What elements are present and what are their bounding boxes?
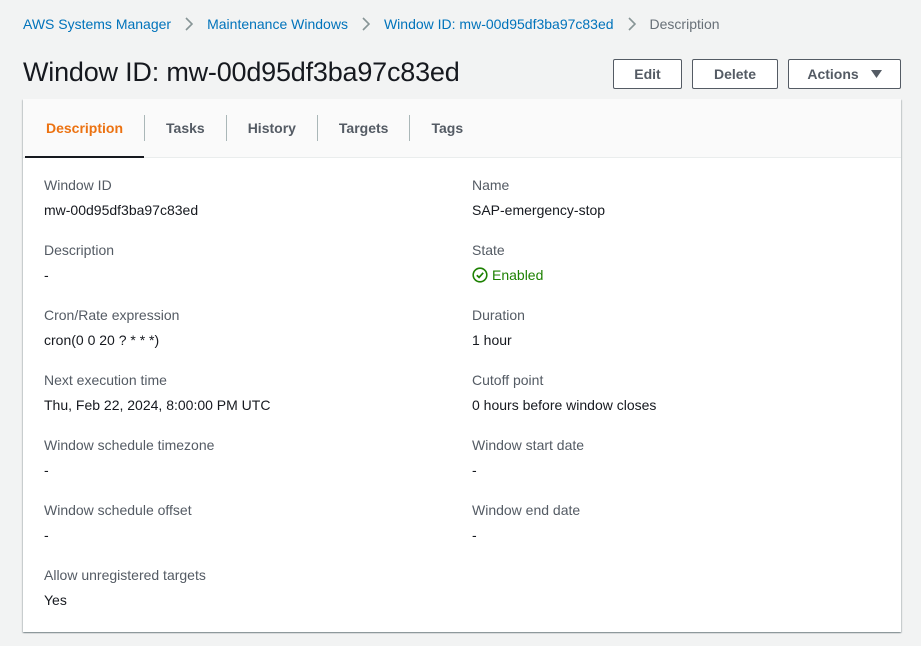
delete-button[interactable]: Delete (692, 59, 778, 89)
field-name: Name SAP-emergency-stop (472, 175, 872, 220)
field-end-date: Window end date - (472, 500, 872, 545)
field-state: State Enabled (472, 240, 872, 285)
field-label: Description (44, 242, 115, 258)
tab-description[interactable]: Description (25, 99, 145, 158)
field-schedule-timezone: Window schedule timezone - (44, 435, 444, 480)
header-actions: Edit Delete Actions (613, 59, 901, 89)
field-label: Window end date (472, 502, 581, 518)
actions-dropdown-button[interactable]: Actions (788, 59, 901, 89)
status-text: Enabled (492, 267, 544, 283)
field-value: cron(0 0 20 ? * * *) (44, 332, 160, 348)
caret-down-icon (870, 70, 882, 78)
field-value: - (44, 527, 49, 543)
field-label: Duration (472, 307, 525, 323)
actions-button-label: Actions (807, 66, 859, 82)
tab-history[interactable]: History (227, 99, 317, 157)
breadcrumb-link-systems-manager[interactable]: AWS Systems Manager (23, 16, 171, 32)
field-label: Window schedule offset (44, 502, 192, 518)
field-value: - (44, 462, 49, 478)
field-label: Name (472, 177, 510, 193)
field-value: 1 hour (472, 332, 512, 348)
field-label: Cutoff point (472, 372, 544, 388)
breadcrumb-current: Description (649, 16, 720, 32)
field-value: 0 hours before window closes (472, 397, 657, 413)
field-label: Cron/Rate expression (44, 307, 180, 323)
edit-button[interactable]: Edit (613, 59, 682, 89)
tab-tags[interactable]: Tags (410, 99, 484, 157)
field-label: Allow unregistered targets (44, 567, 206, 583)
field-description: Description - (44, 240, 444, 285)
field-label: Next execution time (44, 372, 167, 388)
field-value: - (472, 462, 477, 478)
field-value: Thu, Feb 22, 2024, 8:00:00 PM UTC (44, 397, 271, 413)
field-label: State (472, 242, 505, 258)
tab-bar: Description Tasks History Targets Tags (23, 99, 901, 158)
chevron-right-icon (171, 14, 207, 34)
field-value: - (472, 527, 477, 543)
field-label: Window start date (472, 437, 585, 453)
field-label: Window ID (44, 177, 112, 193)
breadcrumb-link-window-id[interactable]: Window ID: mw-00d95df3ba97c83ed (384, 16, 614, 32)
breadcrumb-link-maintenance-windows[interactable]: Maintenance Windows (207, 16, 348, 32)
chevron-right-icon (614, 14, 650, 34)
status-enabled: Enabled (472, 265, 872, 285)
field-schedule-offset: Window schedule offset - (44, 500, 444, 545)
field-next-execution: Next execution time Thu, Feb 22, 2024, 8… (44, 370, 444, 415)
chevron-right-icon (348, 14, 384, 34)
field-value: SAP-emergency-stop (472, 202, 606, 218)
check-circle-icon (472, 267, 488, 283)
field-duration: Duration 1 hour (472, 305, 872, 350)
breadcrumb: AWS Systems Manager Maintenance Windows … (23, 14, 720, 34)
field-unregistered-targets: Allow unregistered targets Yes (44, 565, 444, 610)
field-start-date: Window start date - (472, 435, 872, 480)
field-value: - (44, 267, 49, 283)
field-value: mw-00d95df3ba97c83ed (44, 202, 199, 218)
tab-targets[interactable]: Targets (318, 99, 410, 157)
field-cutoff-point: Cutoff point 0 hours before window close… (472, 370, 872, 415)
field-value: Yes (44, 592, 67, 608)
details-panel: Description Tasks History Targets Tags W… (23, 99, 901, 632)
field-cron-expression: Cron/Rate expression cron(0 0 20 ? * * *… (44, 305, 444, 350)
page-title: Window ID: mw-00d95df3ba97c83ed (23, 57, 460, 87)
field-window-id: Window ID mw-00d95df3ba97c83ed (44, 175, 444, 220)
field-label: Window schedule timezone (44, 437, 215, 453)
tab-tasks[interactable]: Tasks (145, 99, 226, 157)
